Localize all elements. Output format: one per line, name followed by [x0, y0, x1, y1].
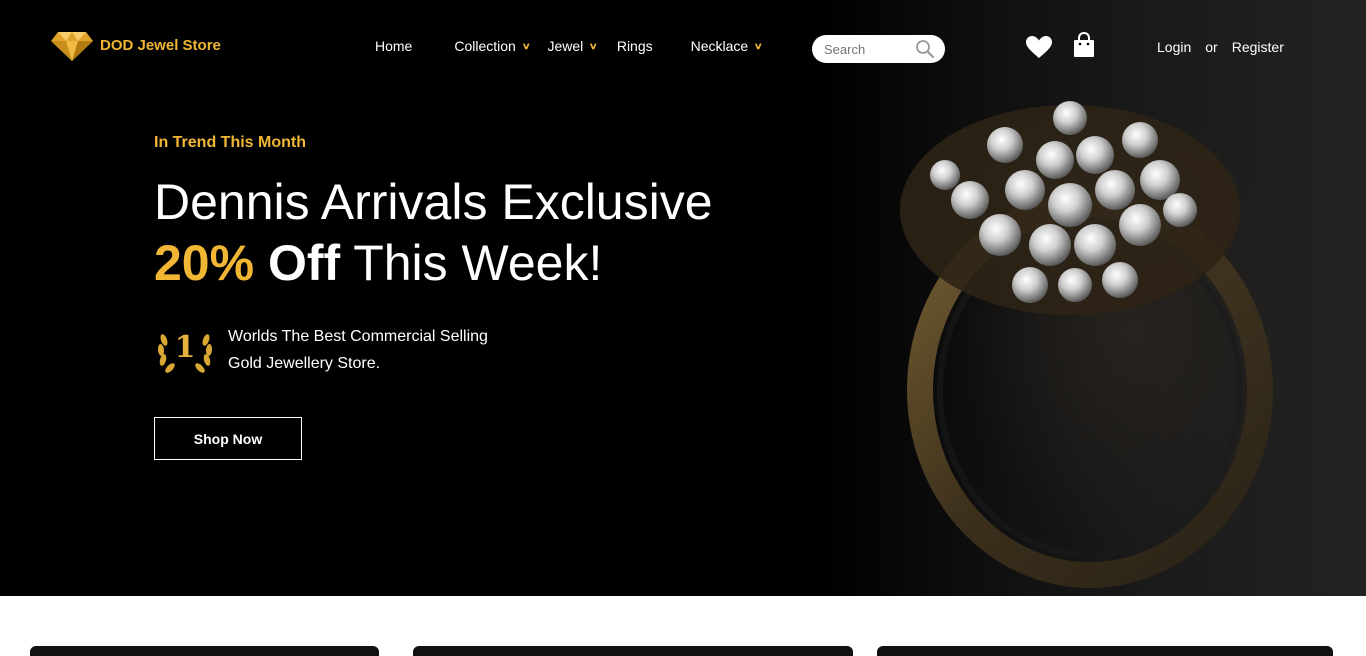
- main-menu: Home Collection ∨ Jewel ∨ Rings Necklace…: [375, 38, 764, 54]
- login-link[interactable]: Login: [1157, 39, 1191, 55]
- top-navigation: DOD Jewel Store Home Collection ∨ Jewel …: [0, 0, 1366, 96]
- auth-links: Login or Register: [1157, 39, 1298, 55]
- laurel-award-icon: 1: [157, 330, 213, 373]
- auth-separator: or: [1205, 39, 1218, 55]
- chevron-down-icon: ∨: [753, 40, 764, 51]
- hero-eyebrow: In Trend This Month: [154, 134, 306, 151]
- nav-item-rings[interactable]: Rings: [617, 38, 653, 54]
- headline-line-1: Dennis Arrivals Exclusive: [154, 174, 713, 230]
- nav-item-home[interactable]: Home: [375, 38, 412, 54]
- search-input[interactable]: [824, 41, 914, 57]
- brand-logo[interactable]: DOD Jewel Store: [50, 28, 221, 62]
- headline-line-2: 20% Off This Week!: [154, 233, 713, 294]
- shop-now-button[interactable]: Shop Now: [154, 417, 302, 460]
- chevron-down-icon: ∨: [521, 40, 531, 51]
- search-icon[interactable]: [915, 39, 935, 59]
- product-card[interactable]: [413, 646, 853, 656]
- nav-item-necklace[interactable]: Necklace ∨: [691, 38, 764, 54]
- chevron-down-icon: ∨: [588, 40, 599, 51]
- discount-rest: This Week!: [353, 235, 603, 291]
- search-box: [812, 35, 945, 63]
- hero-headline: Dennis Arrivals Exclusive 20% Off This W…: [154, 172, 713, 294]
- discount-off: Off: [267, 235, 341, 291]
- shopping-bag-icon[interactable]: [1072, 32, 1096, 58]
- brand-name: DOD Jewel Store: [100, 36, 221, 54]
- product-card[interactable]: [877, 646, 1333, 656]
- award-number: 1: [175, 330, 196, 365]
- nav-item-jewel[interactable]: Jewel ∨: [547, 38, 599, 54]
- nav-item-collection[interactable]: Collection ∨: [454, 38, 531, 54]
- product-card[interactable]: [30, 646, 379, 656]
- register-link[interactable]: Register: [1232, 39, 1284, 55]
- heart-icon[interactable]: [1025, 35, 1053, 59]
- hero-tagline: Worlds The Best Commercial Selling Gold …: [228, 328, 488, 372]
- diamond-icon: [51, 32, 93, 61]
- discount-percent: 20%: [154, 235, 255, 291]
